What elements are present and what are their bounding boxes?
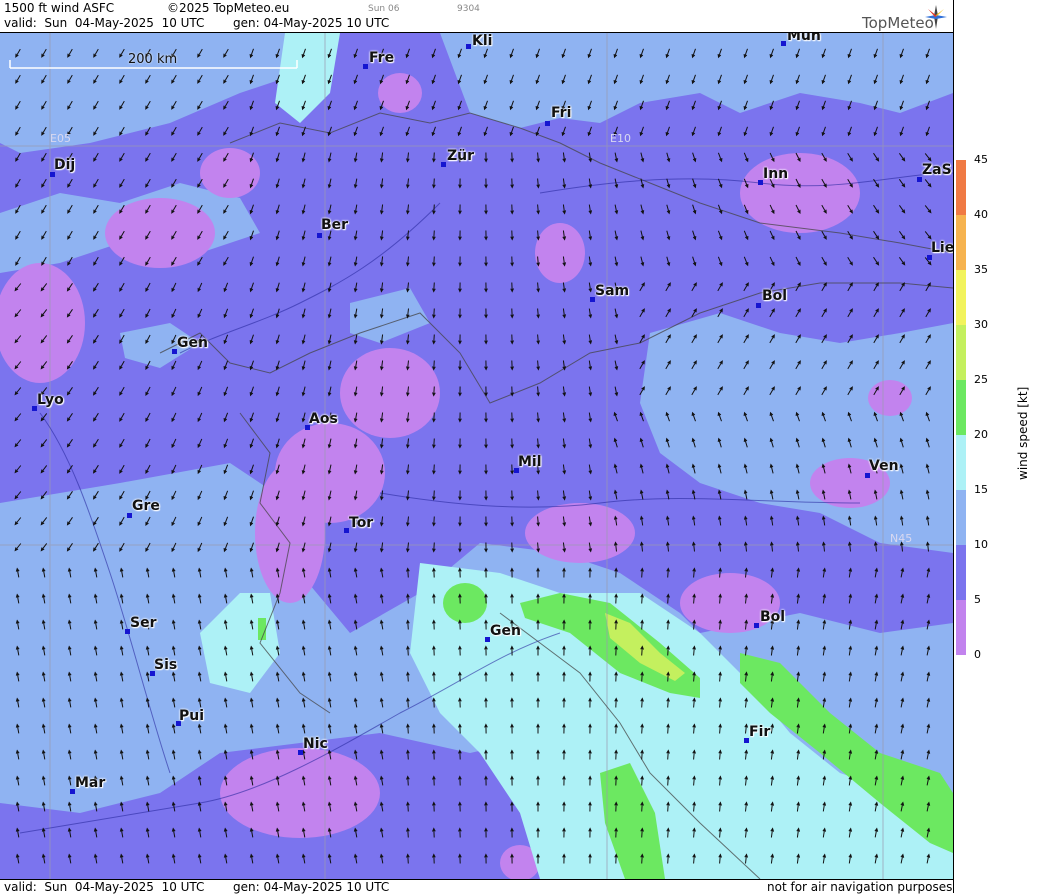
- grid-label-e05: E05: [50, 132, 71, 145]
- city-label-zas: ZaS: [922, 162, 952, 178]
- colorbar-segment: [956, 160, 966, 215]
- colorbar-tick-label: 40: [974, 208, 988, 221]
- city-marker: [363, 64, 368, 69]
- city-label-gen-genoa: Gen: [490, 623, 521, 639]
- colorbar-segment: [956, 270, 966, 325]
- city-label-fir: Fir: [749, 724, 771, 740]
- city-label-sam: Sam: [595, 283, 630, 299]
- colorbar-segment: [956, 215, 966, 270]
- grid-label-e10: E10: [610, 132, 631, 145]
- city-label-sis: Sis: [154, 657, 178, 673]
- colorbar-label: wind speed [kt]: [1016, 386, 1030, 480]
- day-label: Sun 06: [368, 4, 400, 14]
- city-label-inn: Inn: [763, 166, 789, 182]
- scale-bar-label: 200 km: [128, 52, 178, 67]
- colorbar: [956, 160, 966, 655]
- logo-text: TopMeteo: [862, 14, 934, 32]
- colorbar-tick-label: 5: [974, 593, 981, 606]
- city-label-ven: Ven: [869, 458, 899, 474]
- city-label-fre: Fre: [369, 50, 395, 66]
- colorbar-segment: [956, 380, 966, 435]
- code-label: 9304: [457, 4, 480, 14]
- generated-time: gen: 04-May-2025 10 UTC: [233, 16, 390, 30]
- colorbar-tick-label: 30: [974, 318, 988, 331]
- city-marker: [756, 303, 761, 308]
- footer-generated-time: gen: 04-May-2025 10 UTC: [233, 880, 390, 894]
- city-label-lie: Lie: [931, 240, 953, 256]
- city-label-pui: Pui: [179, 708, 205, 724]
- city-marker: [466, 44, 471, 49]
- city-label-gre: Gre: [132, 498, 160, 514]
- copyright: ©2025 TopMeteo.eu: [167, 1, 290, 15]
- logo-compass-icon: [925, 5, 947, 29]
- city-label-mar: Mar: [75, 775, 106, 791]
- city-marker: [441, 162, 446, 167]
- colorbar-segment: [956, 545, 966, 600]
- city-marker: [754, 623, 759, 628]
- city-label-zur: Zür: [447, 148, 475, 164]
- city-marker: [545, 121, 550, 126]
- city-label-lyo: Lyo: [37, 392, 64, 408]
- city-marker: [781, 41, 786, 46]
- city-label-mun: Mün: [787, 33, 821, 44]
- colorbar-segment: [956, 600, 966, 655]
- city-label-fri: Fri: [551, 105, 572, 121]
- colorbar-tick-label: 15: [974, 483, 988, 496]
- colorbar-tick-label: 20: [974, 428, 988, 441]
- grid-label-n45: N45: [890, 532, 913, 545]
- header-bar: 1500 ft wind ASFC ©2025 TopMeteo.eu Sun …: [0, 0, 953, 33]
- footer-disclaimer: not for air navigation purposes: [767, 880, 953, 894]
- city-label-aos: Aos: [309, 411, 338, 427]
- colorbar-tick-label: 45: [974, 153, 988, 166]
- colorbar-tick-label: 35: [974, 263, 988, 276]
- city-label-kli: Kli: [472, 33, 493, 49]
- colorbar-segment: [956, 490, 966, 545]
- city-label-ser: Ser: [130, 615, 157, 631]
- product-title: 1500 ft wind ASFC: [4, 1, 115, 15]
- legend-panel: 0 5 10 15 20 25 30 35 40 45 wind speed [kt]: [953, 0, 1045, 893]
- city-label-tor: Tor: [349, 515, 374, 531]
- city-label-gen-geneva: Gen: [177, 335, 208, 351]
- colorbar-segment: [956, 435, 966, 490]
- wind-map: 200 km E05 E10 N45 Kli Mün Fre Fri Zür D…: [0, 33, 953, 879]
- city-label-bol-south: Bol: [760, 609, 786, 625]
- city-label-mil: Mil: [518, 454, 542, 470]
- city-label-dij: Dij: [54, 157, 76, 173]
- footer-bar: valid: Sun 04-May-2025 10 UTC gen: 04-Ma…: [0, 879, 953, 894]
- city-label-nic: Nic: [303, 736, 328, 752]
- colorbar-tick-label: 0: [974, 648, 981, 661]
- valid-time: valid: Sun 04-May-2025 10 UTC: [4, 16, 205, 30]
- city-label-bol-north: Bol: [762, 288, 788, 304]
- wind-field: [0, 33, 953, 879]
- city-label-ber: Ber: [321, 217, 349, 233]
- city-marker: [317, 233, 322, 238]
- colorbar-tick-label: 10: [974, 538, 988, 551]
- footer-valid-time: valid: Sun 04-May-2025 10 UTC: [4, 880, 205, 894]
- colorbar-segment: [956, 325, 966, 380]
- colorbar-tick-label: 25: [974, 373, 988, 386]
